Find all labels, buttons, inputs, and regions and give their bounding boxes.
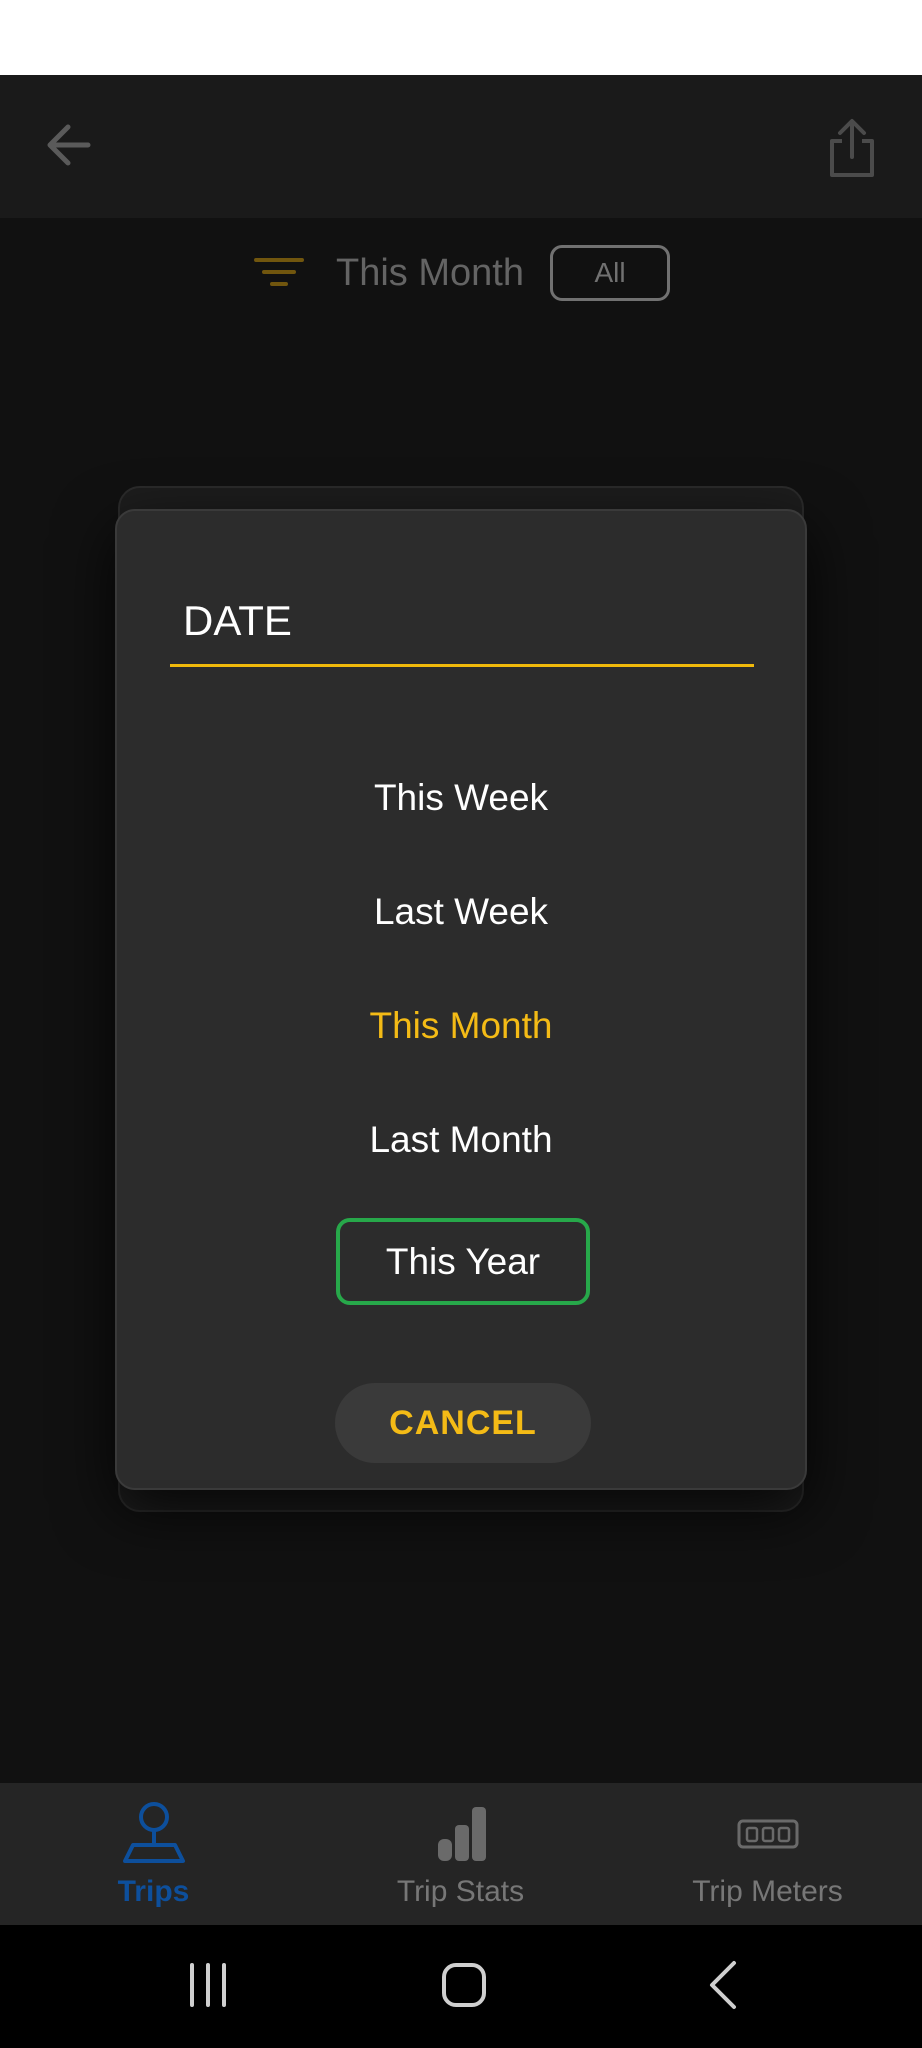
cancel-button[interactable]: CANCEL — [335, 1383, 591, 1463]
dialog-title: DATE — [183, 597, 292, 644]
nav-label-trip-meters: Trip Meters — [692, 1875, 843, 1908]
date-dialog: DATE This Week Last Week This Month Last… — [115, 509, 807, 1490]
system-back-button[interactable] — [694, 1955, 754, 2015]
option-this-month[interactable]: This Month — [117, 1005, 805, 1047]
nav-item-trip-meters[interactable]: Trip Meters — [614, 1783, 921, 1925]
recent-apps-icon — [190, 1963, 226, 2007]
trip-pin-icon — [122, 1802, 185, 1863]
nav-item-trip-stats[interactable]: Trip Stats — [307, 1783, 614, 1925]
option-last-month[interactable]: Last Month — [117, 1119, 805, 1161]
bottom-nav: Trips Trip Stats Trip Meters — [0, 1783, 922, 1925]
recent-apps-button[interactable] — [178, 1955, 238, 2015]
home-button[interactable] — [434, 1955, 494, 2015]
option-this-week[interactable]: This Week — [117, 777, 805, 819]
bar-chart-icon — [437, 1807, 486, 1861]
status-bar — [0, 0, 922, 75]
system-nav-bar — [0, 1925, 922, 2048]
option-this-year[interactable]: This Year — [336, 1218, 590, 1305]
nav-item-trips[interactable]: Trips — [0, 1783, 307, 1925]
odometer-icon — [737, 1819, 798, 1849]
dialog-title-underline — [170, 664, 754, 667]
nav-label-trips: Trips — [117, 1875, 190, 1908]
back-chevron-icon — [710, 1961, 736, 2009]
nav-label-trip-stats: Trip Stats — [396, 1875, 525, 1908]
option-last-week[interactable]: Last Week — [117, 891, 805, 933]
home-icon — [442, 1963, 486, 2007]
